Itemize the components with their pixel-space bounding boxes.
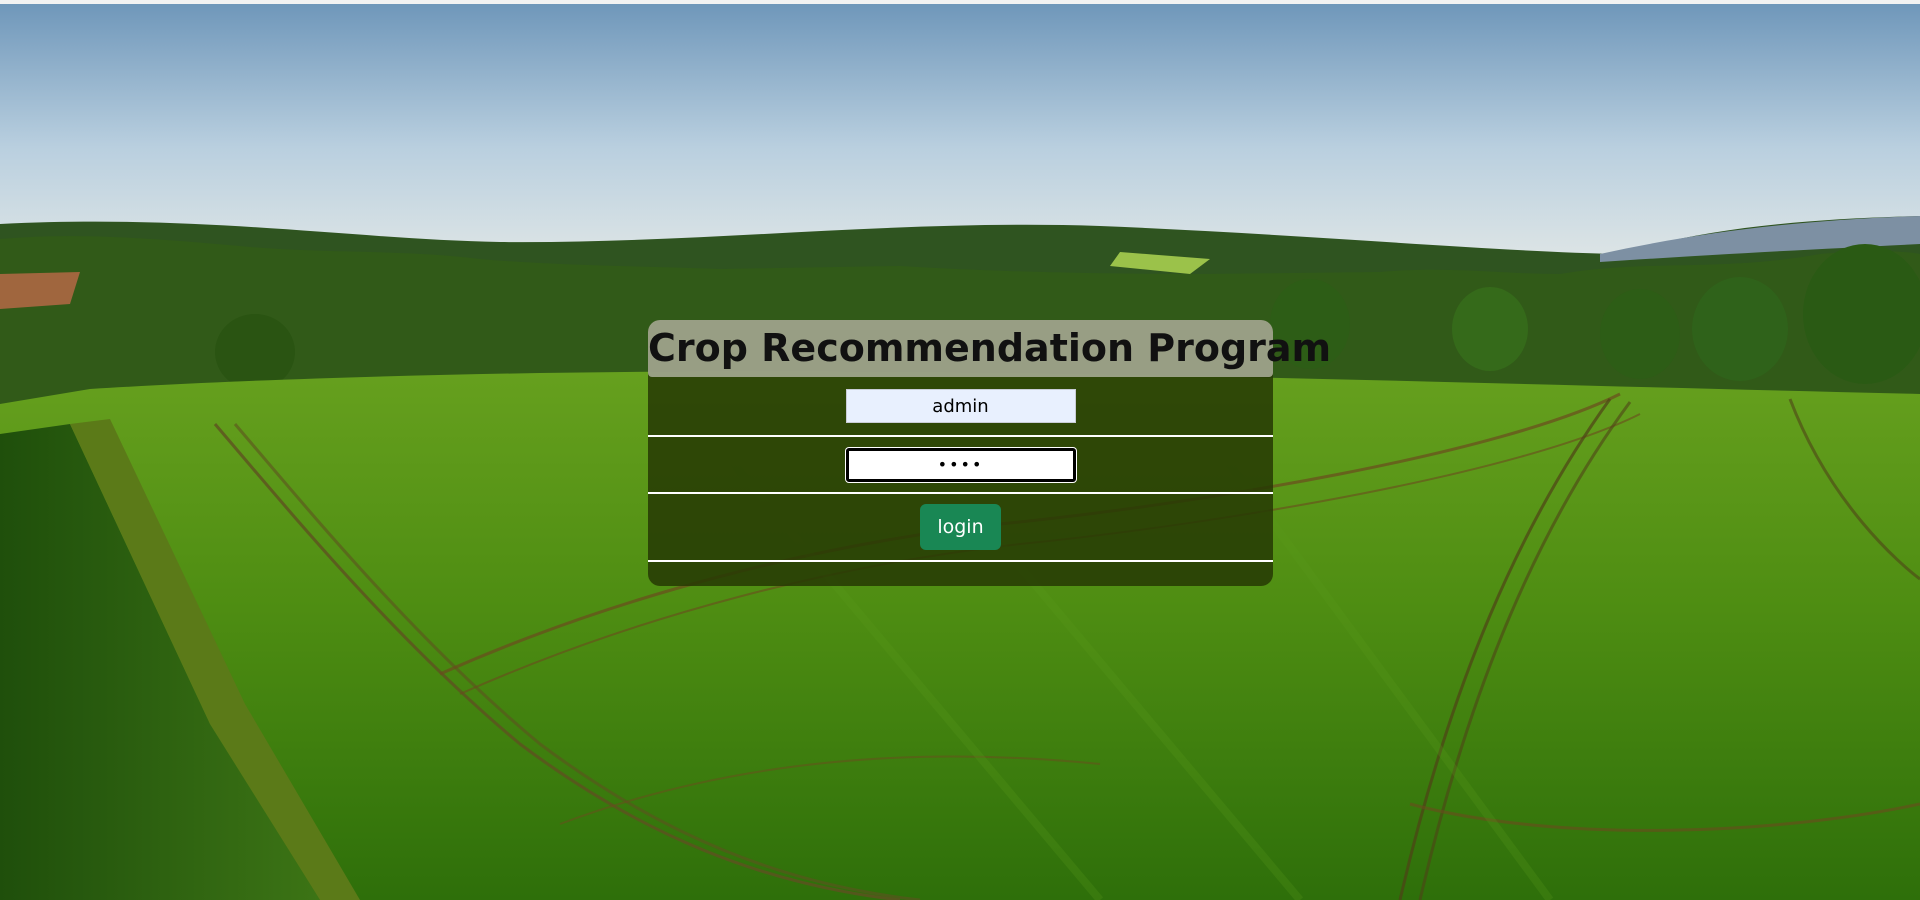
login-panel: Crop Recommendation Program login [648,320,1331,586]
panel-header: Crop Recommendation Program [648,320,1331,377]
page-title: Crop Recommendation Program [648,326,1332,370]
password-input[interactable] [845,447,1076,482]
username-input[interactable] [845,389,1076,423]
password-row [648,437,1273,494]
button-row: login [648,494,1273,562]
page-root: Crop Recommendation Program login [0,0,1920,900]
login-button[interactable]: login [920,504,1001,550]
username-row [648,377,1273,437]
